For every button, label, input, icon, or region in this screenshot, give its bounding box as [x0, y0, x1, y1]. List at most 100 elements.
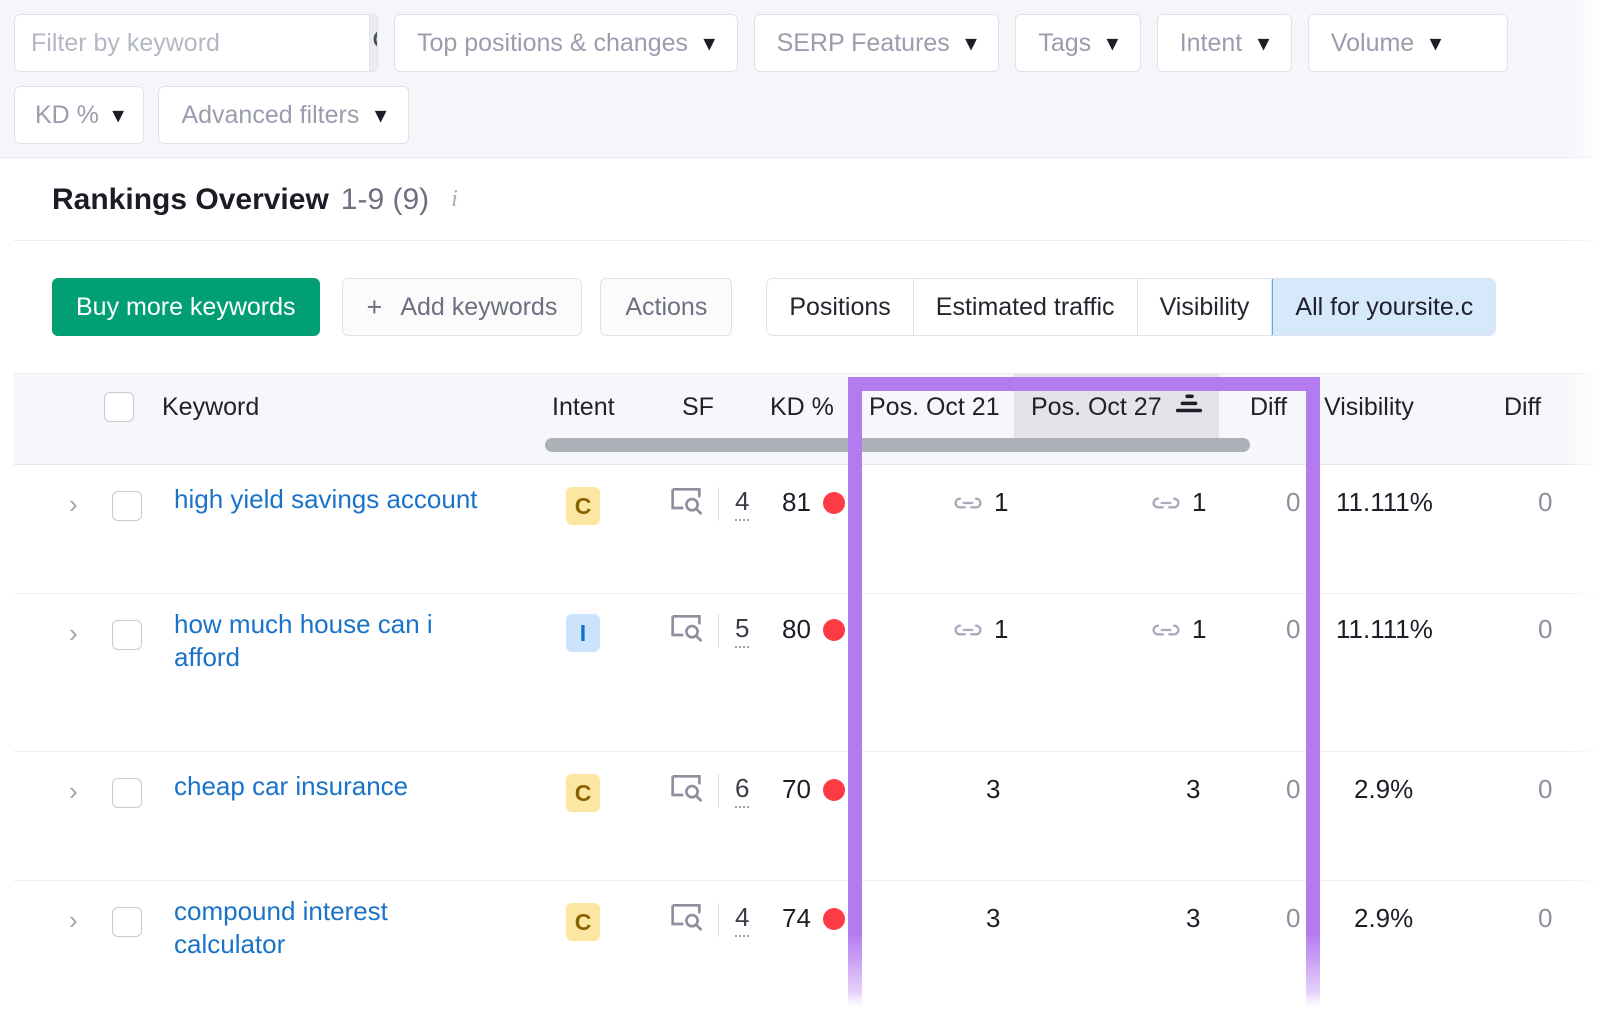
keyword-link[interactable]: how much house can i	[174, 609, 433, 639]
tab-estimated-traffic[interactable]: Estimated traffic	[914, 279, 1138, 335]
chevron-down-icon: ▾	[1430, 33, 1441, 54]
dropdown-intent[interactable]: Intent ▾	[1157, 14, 1292, 72]
column-header-pos-diff[interactable]: Diff	[1250, 374, 1287, 440]
table-row[interactable]: › how much house can i afford I 5	[14, 594, 1600, 752]
kd-difficulty-dot	[823, 492, 845, 514]
tab-all-for-site[interactable]: All for yoursite.c	[1272, 279, 1495, 335]
kd-value: 74	[782, 903, 811, 934]
table-row[interactable]: › cheap car insurance C 6	[14, 752, 1600, 881]
keyword-link-line2[interactable]: afford	[174, 642, 240, 672]
chevron-down-icon: ▾	[1107, 33, 1118, 54]
pos-oct27-value: 1	[1192, 487, 1206, 518]
pos-oct21-value: 1	[994, 614, 1008, 645]
serp-feature-count[interactable]: 4	[735, 902, 749, 937]
keyword-link-line2[interactable]: calculator	[174, 929, 285, 959]
keyword-link[interactable]: cheap car insurance	[174, 770, 408, 803]
horizontal-scrollbar-thumb[interactable]	[545, 438, 1250, 452]
column-label: Pos. Oct 21	[869, 393, 1000, 422]
intent-cell: C	[566, 774, 600, 812]
divider	[718, 903, 719, 937]
serp-feature-icon[interactable]	[670, 485, 702, 522]
expand-row-chevron-icon[interactable]: ›	[69, 489, 78, 520]
kd-value: 70	[782, 774, 811, 805]
serp-features-cell: 5	[670, 612, 749, 649]
actions-label: Actions	[625, 293, 707, 322]
intent-badge[interactable]: C	[566, 487, 600, 525]
tab-visibility[interactable]: Visibility	[1138, 279, 1273, 335]
keyword-cell: high yield savings account	[174, 483, 544, 516]
column-label: Pos. Oct 27	[1031, 393, 1162, 422]
tab-label: Positions	[789, 293, 890, 322]
dropdown-top-positions-changes[interactable]: Top positions & changes ▾	[394, 14, 738, 72]
dropdown-label: Top positions & changes	[417, 29, 688, 58]
row-checkbox[interactable]	[112, 491, 142, 521]
vis-diff-value: 0	[1538, 774, 1552, 805]
sort-descending-icon[interactable]	[1176, 393, 1202, 422]
kd-value: 80	[782, 614, 811, 645]
section-header: Rankings Overview 1-9 (9) i	[14, 159, 1600, 241]
row-checkbox[interactable]	[112, 620, 142, 650]
dropdown-kd-percent[interactable]: KD % ▾	[14, 86, 144, 144]
pos-diff-value: 0	[1286, 903, 1300, 934]
filter-row-secondary: KD % ▾ Advanced filters ▾	[14, 86, 1600, 144]
column-header-pos-oct27[interactable]: Pos. Oct 27	[1014, 374, 1219, 440]
keyword-link[interactable]: compound interest	[174, 896, 388, 926]
add-keywords-button[interactable]: + Add keywords	[342, 278, 583, 336]
column-header-pos-oct21[interactable]: Pos. Oct 21	[869, 374, 1009, 440]
vis-diff-value: 0	[1538, 487, 1552, 518]
page-title: Rankings Overview	[52, 183, 329, 217]
row-checkbox[interactable]	[112, 778, 142, 808]
expand-row-chevron-icon[interactable]: ›	[69, 905, 78, 936]
column-header-vis-diff[interactable]: Diff	[1504, 374, 1541, 440]
intent-badge[interactable]: I	[566, 614, 600, 652]
info-icon[interactable]: i	[451, 186, 458, 213]
serp-feature-icon[interactable]	[670, 901, 702, 938]
intent-cell: C	[566, 903, 600, 941]
toolbar: Buy more keywords + Add keywords Actions…	[14, 241, 1600, 373]
pos-oct27-value: 3	[1186, 774, 1200, 805]
app-root: Top positions & changes ▾ SERP Features …	[0, 0, 1600, 1009]
expand-row-chevron-icon[interactable]: ›	[69, 776, 78, 807]
expand-row-chevron-icon[interactable]: ›	[69, 618, 78, 649]
pos-oct21-cell: 1	[954, 614, 1008, 645]
column-header-keyword[interactable]: Keyword	[162, 374, 259, 440]
dropdown-tags[interactable]: Tags ▾	[1015, 14, 1140, 72]
serp-feature-count[interactable]: 6	[735, 773, 749, 808]
search-button[interactable]	[369, 15, 378, 71]
table-row[interactable]: › high yield savings account C 4	[14, 465, 1600, 594]
pos-oct27-value: 1	[1192, 614, 1206, 645]
buy-more-keywords-button[interactable]: Buy more keywords	[52, 278, 320, 336]
actions-button[interactable]: Actions	[600, 278, 732, 336]
column-header-visibility[interactable]: Visibility	[1324, 374, 1414, 440]
column-header-kd[interactable]: KD %	[770, 374, 834, 440]
view-tab-group: Positions Estimated traffic Visibility A…	[766, 278, 1496, 336]
search-icon	[370, 26, 378, 61]
keyword-filter-search[interactable]	[14, 14, 378, 72]
serp-feature-icon[interactable]	[670, 772, 702, 809]
keyword-link[interactable]: high yield savings account	[174, 483, 478, 516]
chevron-down-icon: ▾	[375, 105, 386, 126]
dropdown-advanced-filters[interactable]: Advanced filters ▾	[158, 86, 408, 144]
serp-feature-count[interactable]: 4	[735, 486, 749, 521]
serp-features-cell: 4	[670, 901, 749, 938]
serp-feature-icon[interactable]	[670, 612, 702, 649]
column-label: SF	[682, 393, 714, 422]
intent-badge[interactable]: C	[566, 774, 600, 812]
column-header-intent[interactable]: Intent	[552, 374, 615, 440]
serp-feature-count[interactable]: 5	[735, 613, 749, 648]
horizontal-scrollbar-track[interactable]	[14, 438, 1600, 452]
pos-diff-value: 0	[1286, 614, 1300, 645]
table-row[interactable]: › compound interest calculator C 4	[14, 881, 1600, 1009]
divider	[718, 774, 719, 808]
serp-features-cell: 6	[670, 772, 749, 809]
select-all-checkbox[interactable]	[104, 392, 134, 422]
search-input[interactable]	[15, 15, 369, 71]
row-checkbox[interactable]	[112, 907, 142, 937]
column-header-sf[interactable]: SF	[682, 374, 714, 440]
tab-positions[interactable]: Positions	[767, 279, 913, 335]
dropdown-serp-features[interactable]: SERP Features ▾	[754, 14, 1000, 72]
intent-badge[interactable]: C	[566, 903, 600, 941]
dropdown-volume[interactable]: Volume ▾	[1308, 14, 1508, 72]
link-icon	[1152, 494, 1180, 512]
keyword-cell: how much house can i afford	[174, 608, 544, 675]
